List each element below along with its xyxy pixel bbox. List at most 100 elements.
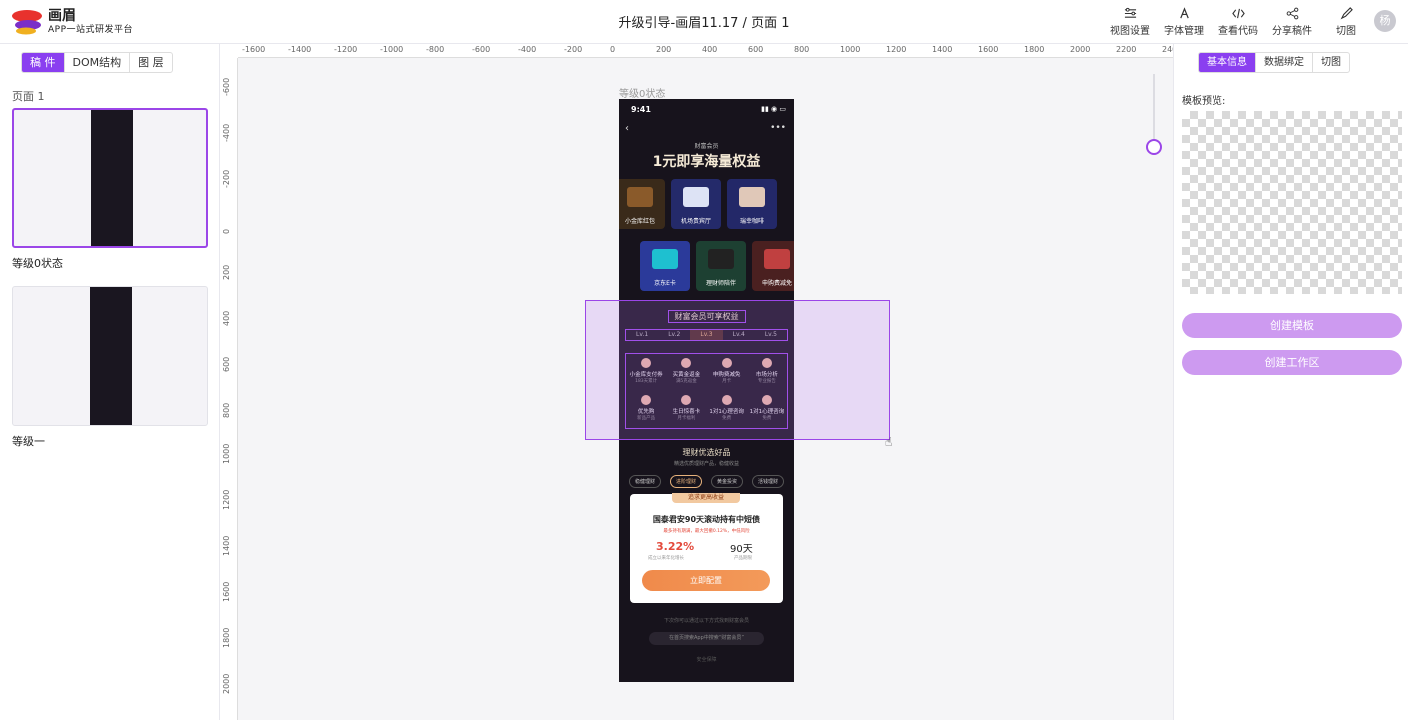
ruler-h-label: 800 (794, 45, 810, 54)
card-label: 瑞幸咖啡 (739, 218, 764, 225)
slice-button[interactable]: 切图 (1324, 7, 1368, 37)
product-rate-label: 成立以来年化增长 (648, 556, 684, 561)
product-tab: 活钱理财 (751, 475, 784, 488)
ruler-h-label: 1400 (932, 45, 953, 54)
card-label: 申购费减免 (761, 280, 792, 287)
design-canvas[interactable]: -1600 -1400 -1200 -1000 -800 -600 -400 -200 0 200… (220, 44, 1173, 720)
hero-title: 1元即享海量权益 (652, 154, 761, 170)
small-brand: 财富会员 (694, 143, 719, 150)
app-root: 画眉 APP一站式研发平台 升级引导-画眉11.17 / 页面 1 视图设置 字… (0, 0, 1408, 720)
tab-manuscript[interactable]: 稿 件 (22, 53, 65, 72)
ruler-v-label: 200 (222, 264, 231, 280)
selection-box[interactable] (585, 300, 890, 440)
product-note: 最多持有期满，最大回撤0.12%，中低风险 (663, 529, 750, 534)
ruler-v-label: 1800 (222, 627, 231, 648)
ruler-h-label: 1000 (840, 45, 861, 54)
view-code-button[interactable]: 查看代码 (1216, 7, 1260, 37)
benefit-card: 瑞幸咖啡 (727, 179, 777, 229)
ruler-v-label: 1600 (222, 581, 231, 602)
tab-data-binding[interactable]: 数据绑定 (1256, 53, 1313, 72)
code-icon (1231, 8, 1245, 19)
ruler-v-label: -200 (222, 169, 231, 188)
configure-now-button: 立即配置 (642, 570, 770, 591)
view-code-label: 查看代码 (1218, 26, 1258, 37)
status-time: 9:41 (631, 105, 651, 114)
back-icon: ‹ (625, 123, 629, 134)
tab-layers[interactable]: 图 层 (130, 53, 172, 72)
share-icon (1286, 7, 1298, 20)
ruler-v-label: 400 (222, 310, 231, 326)
toolbar: 视图设置 字体管理 查看代码 分享稿件 切图 (1108, 7, 1368, 37)
frame-name-level0[interactable]: 等级0状态 (12, 255, 63, 271)
create-workspace-button[interactable]: 创建工作区 (1182, 350, 1402, 375)
more-icon: ••• (770, 123, 786, 133)
tab-dom-structure[interactable]: DOM结构 (65, 53, 131, 72)
ruler-v-label: 2000 (222, 673, 231, 694)
product-tab: 黄金投资 (710, 475, 743, 488)
ruler-v-label: 0 (222, 228, 231, 234)
card-image (764, 249, 790, 269)
ruler-h-label: 1600 (978, 45, 999, 54)
ruler-h-label: 400 (702, 45, 718, 54)
right-tabs: 基本信息 数据绑定 切图 (1198, 52, 1350, 73)
view-settings-label: 视图设置 (1110, 26, 1150, 37)
product-card: 追求更高收益 国泰君安90天滚动持有中短债 最多持有期满，最大回撤0.12%，中… (630, 493, 783, 603)
template-preview (1182, 111, 1402, 294)
frame-name-level1[interactable]: 等级一 (12, 433, 45, 449)
product-section-desc: 精选优质理财产品，稳健收益 (673, 461, 739, 467)
card-image (627, 187, 653, 207)
ruler-h-label: -1400 (288, 45, 312, 54)
product-tab: 稳健理财 (629, 475, 662, 488)
zoom-slider-track[interactable] (1153, 74, 1155, 142)
benefit-cards-row1: 小金库红包 机场贵宾厅 瑞幸咖啡 (619, 179, 777, 229)
product-tag: 追求更高收益 (672, 493, 740, 503)
ruler-h-label: 1800 (1024, 45, 1045, 54)
horizontal-ruler: -1600 -1400 -1200 -1000 -800 -600 -400 -200 0 200… (238, 44, 1173, 58)
frame-label[interactable]: 等级0状态 (619, 85, 665, 100)
share-label: 分享稿件 (1272, 26, 1312, 37)
benefit-cards-row2: 京东E卡 理财师陪伴 申购费减免 (640, 241, 794, 291)
left-tabs: 稿 件 DOM结构 图 层 (21, 52, 173, 73)
view-settings-icon (1124, 7, 1136, 18)
product-section-title: 理财优选好品 (682, 448, 731, 457)
ruler-h-label: 2000 (1070, 45, 1091, 54)
frame-thumbnail-level1[interactable] (12, 286, 208, 426)
create-template-button[interactable]: 创建模板 (1182, 313, 1402, 338)
product-rate: 3.22% (656, 540, 695, 553)
footer-brand: 安全保障 (696, 657, 717, 663)
slice-label: 切图 (1336, 26, 1356, 37)
zoom-slider-handle[interactable] (1146, 139, 1162, 155)
product-name: 国泰君安90天滚动持有中短债 (652, 515, 761, 524)
benefit-card: 理财师陪伴 (696, 241, 746, 291)
share-button[interactable]: 分享稿件 (1270, 7, 1314, 37)
benefit-card: 小金库红包 (619, 179, 665, 229)
brand-name: 画眉 (48, 8, 76, 24)
ruler-h-label: -400 (518, 45, 537, 54)
ruler-h-label: -600 (472, 45, 491, 54)
card-image (683, 187, 709, 207)
tab-basic-info[interactable]: 基本信息 (1199, 53, 1256, 72)
benefit-card: 申购费减免 (752, 241, 794, 291)
left-panel: 稿 件 DOM结构 图 层 页面 1 等级0状态 等级一 (0, 44, 220, 720)
ruler-h-label: 1200 (886, 45, 907, 54)
font-manage-button[interactable]: 字体管理 (1162, 7, 1206, 37)
thumbnail-preview (90, 287, 132, 425)
frame-thumbnail-level0[interactable] (12, 108, 208, 248)
template-preview-label: 模板预览: (1182, 96, 1226, 107)
page-label[interactable]: 页面 1 (12, 88, 45, 104)
tab-slice[interactable]: 切图 (1313, 53, 1349, 72)
ruler-h-label: 2400 (1162, 45, 1173, 54)
ruler-v-label: 800 (222, 402, 231, 418)
status-icons: ▮▮ ◉ ▭ (761, 105, 786, 113)
ruler-v-label: 1000 (222, 443, 231, 464)
card-label: 京东E卡 (654, 280, 676, 287)
ruler-h-label: -200 (564, 45, 583, 54)
product-term-label: 产品期限 (734, 556, 752, 561)
view-settings-button[interactable]: 视图设置 (1108, 7, 1152, 37)
ruler-v-label: 600 (222, 356, 231, 372)
user-avatar[interactable]: 杨 (1374, 10, 1396, 32)
product-tab-active: 进阶理财 (669, 475, 702, 488)
document-title: 升级引导-画眉11.17 / 页面 1 (618, 16, 790, 31)
brand-logo (12, 10, 42, 35)
ruler-h-label: 0 (610, 45, 616, 54)
